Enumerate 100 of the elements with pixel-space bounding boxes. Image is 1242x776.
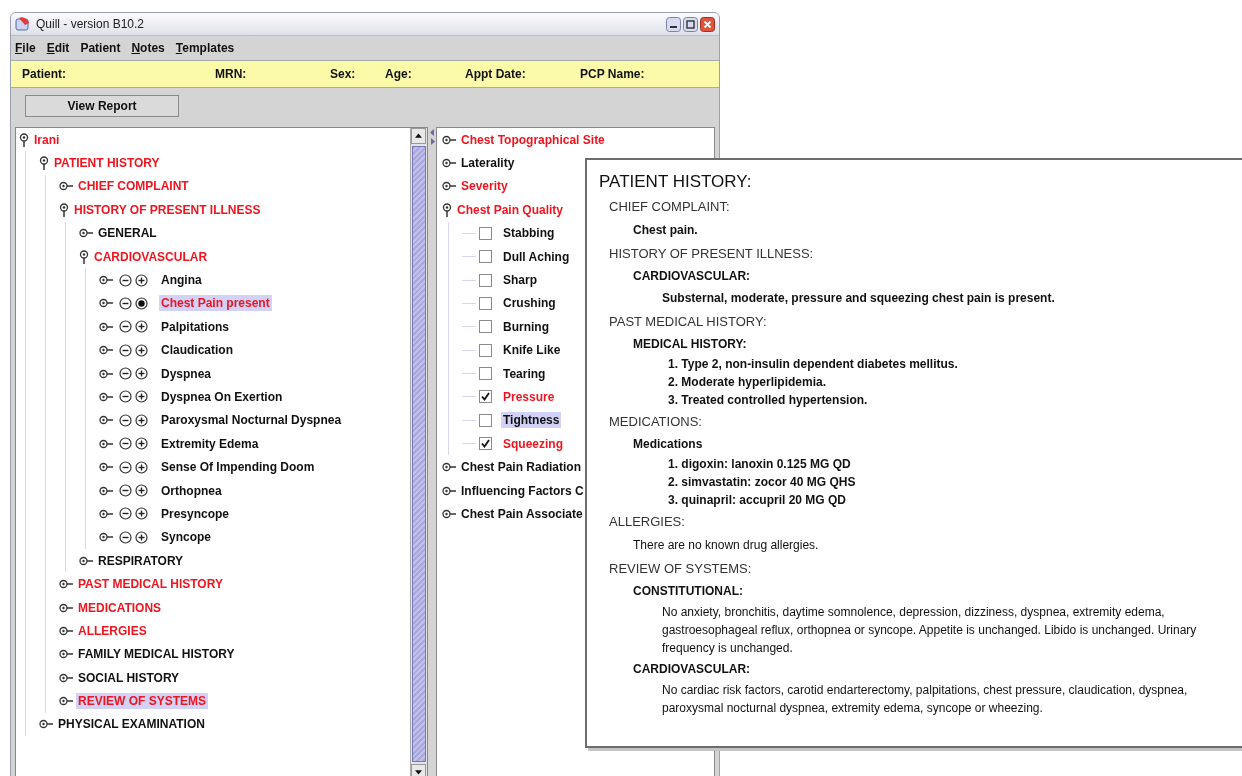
plus-circle-icon[interactable] bbox=[135, 273, 148, 287]
tree-node[interactable]: Severity bbox=[459, 178, 510, 195]
tree-node[interactable]: Irani bbox=[32, 131, 62, 148]
tree-node[interactable]: ALLERGIES bbox=[76, 622, 149, 639]
collapsed-node-icon[interactable] bbox=[442, 181, 456, 192]
tree-node[interactable]: PATIENT HISTORY bbox=[52, 155, 162, 172]
minus-circle-icon[interactable] bbox=[119, 484, 132, 498]
collapsed-node-icon[interactable] bbox=[99, 321, 113, 332]
option-label[interactable]: Crushing bbox=[501, 295, 558, 312]
scroll-thumb[interactable] bbox=[412, 146, 426, 762]
tree-node[interactable]: PAST MEDICAL HISTORY bbox=[76, 576, 225, 593]
collapsed-node-icon[interactable] bbox=[99, 368, 113, 379]
minus-circle-icon[interactable] bbox=[119, 320, 132, 334]
collapsed-node-icon[interactable] bbox=[59, 649, 73, 660]
collapsed-node-icon[interactable] bbox=[59, 696, 73, 707]
finding-label[interactable]: Orthopnea bbox=[159, 482, 224, 499]
collapsed-node-icon[interactable] bbox=[99, 345, 113, 356]
collapsed-node-icon[interactable] bbox=[99, 415, 113, 426]
view-report-button[interactable]: View Report bbox=[25, 94, 179, 117]
finding-label[interactable]: Presyncope bbox=[159, 505, 232, 522]
collapsed-node-icon[interactable] bbox=[99, 298, 113, 309]
option-label[interactable]: Stabbing bbox=[501, 225, 557, 242]
scroll-up-icon[interactable] bbox=[411, 128, 426, 144]
tree-node[interactable]: Chest Pain Associate bbox=[459, 505, 585, 522]
finding-label[interactable]: Claudication bbox=[159, 342, 235, 359]
collapsed-node-icon[interactable] bbox=[442, 462, 456, 473]
menu-item[interactable]: Edit bbox=[46, 41, 70, 55]
collapsed-node-icon[interactable] bbox=[99, 508, 113, 519]
checkbox[interactable] bbox=[479, 250, 492, 264]
finding-label[interactable]: Sense Of Impending Doom bbox=[159, 459, 317, 476]
tree-node[interactable]: Laterality bbox=[459, 155, 517, 172]
minimize-button[interactable] bbox=[666, 16, 681, 32]
collapsed-node-icon[interactable] bbox=[442, 485, 456, 496]
collapsed-node-icon[interactable] bbox=[59, 602, 73, 613]
checkbox[interactable] bbox=[479, 320, 492, 334]
expanded-node-icon[interactable] bbox=[39, 156, 49, 171]
finding-label[interactable]: Extremity Edema bbox=[159, 435, 261, 452]
expanded-node-icon[interactable] bbox=[442, 202, 452, 217]
minus-circle-icon[interactable] bbox=[119, 437, 132, 451]
minus-circle-icon[interactable] bbox=[119, 273, 132, 287]
plus-circle-icon[interactable] bbox=[135, 343, 148, 357]
checkbox[interactable] bbox=[479, 437, 492, 451]
expanded-node-icon[interactable] bbox=[79, 249, 89, 264]
tree-node[interactable]: CARDIOVASCULAR bbox=[92, 248, 210, 265]
minus-circle-icon[interactable] bbox=[119, 390, 132, 404]
collapsed-node-icon[interactable] bbox=[99, 275, 113, 286]
checkbox[interactable] bbox=[479, 367, 492, 381]
option-label[interactable]: Knife Like bbox=[501, 342, 563, 359]
minus-circle-icon[interactable] bbox=[119, 460, 132, 474]
collapsed-node-icon[interactable] bbox=[79, 228, 93, 239]
tree-node[interactable]: GENERAL bbox=[96, 225, 159, 242]
collapsed-node-icon[interactable] bbox=[59, 625, 73, 636]
finding-label[interactable]: Paroxysmal Nocturnal Dyspnea bbox=[159, 412, 344, 429]
collapsed-node-icon[interactable] bbox=[59, 181, 73, 192]
checkbox[interactable] bbox=[479, 296, 492, 310]
collapsed-node-icon[interactable] bbox=[442, 158, 456, 169]
tree-node[interactable]: SOCIAL HISTORY bbox=[76, 669, 182, 686]
checkbox[interactable] bbox=[479, 273, 492, 287]
collapsed-node-icon[interactable] bbox=[99, 462, 113, 473]
minus-circle-icon[interactable] bbox=[119, 367, 132, 381]
tree-node[interactable]: Chest Topographical Site bbox=[459, 131, 607, 148]
minus-circle-icon[interactable] bbox=[119, 507, 132, 521]
expanded-node-icon[interactable] bbox=[59, 202, 69, 217]
option-label[interactable]: Squeezing bbox=[501, 435, 565, 452]
plus-circle-icon[interactable] bbox=[135, 367, 148, 381]
plus-circle-icon[interactable] bbox=[135, 413, 148, 427]
option-label[interactable]: Burning bbox=[501, 318, 551, 335]
tree-node[interactable]: CHIEF COMPLAINT bbox=[76, 178, 191, 195]
option-label[interactable]: Sharp bbox=[501, 272, 539, 289]
collapsed-node-icon[interactable] bbox=[59, 579, 73, 590]
finding-label[interactable]: Dyspnea On Exertion bbox=[159, 389, 285, 405]
collapsed-node-icon[interactable] bbox=[442, 134, 456, 145]
collapsed-node-icon[interactable] bbox=[99, 485, 113, 496]
plus-circle-icon[interactable] bbox=[135, 320, 148, 334]
finding-label[interactable]: Angina bbox=[159, 272, 204, 289]
option-label[interactable]: Tightness bbox=[501, 412, 562, 429]
minus-circle-icon[interactable] bbox=[119, 413, 132, 427]
scrollbar[interactable] bbox=[410, 128, 427, 776]
menu-item[interactable]: Notes bbox=[131, 41, 165, 55]
close-button[interactable] bbox=[700, 16, 715, 32]
tree-node[interactable]: PHYSICAL EXAMINATION bbox=[56, 716, 207, 733]
collapsed-node-icon[interactable] bbox=[442, 508, 456, 519]
collapsed-node-icon[interactable] bbox=[59, 672, 73, 683]
minus-circle-icon[interactable] bbox=[119, 343, 132, 357]
tree-node[interactable]: Chest Pain Quality bbox=[455, 201, 566, 218]
menu-item[interactable]: Patient bbox=[80, 41, 121, 55]
tree-node[interactable]: Chest Pain Radiation bbox=[459, 459, 584, 476]
plus-circle-icon[interactable] bbox=[135, 460, 148, 474]
collapsed-node-icon[interactable] bbox=[99, 392, 113, 402]
collapsed-node-icon[interactable] bbox=[99, 438, 113, 449]
tree-node[interactable]: MEDICATIONS bbox=[76, 599, 164, 616]
tree-node[interactable]: Influencing Factors C bbox=[459, 482, 586, 499]
plus-circle-icon[interactable] bbox=[135, 530, 148, 544]
plus-circle-icon[interactable] bbox=[135, 437, 148, 451]
minus-circle-icon[interactable] bbox=[119, 296, 132, 310]
left-arrow-icon[interactable] bbox=[429, 129, 435, 136]
scroll-down-icon[interactable] bbox=[411, 764, 426, 776]
collapsed-node-icon[interactable] bbox=[39, 719, 53, 730]
menu-item[interactable]: File bbox=[15, 41, 36, 55]
plus-circle-icon[interactable] bbox=[135, 484, 148, 498]
